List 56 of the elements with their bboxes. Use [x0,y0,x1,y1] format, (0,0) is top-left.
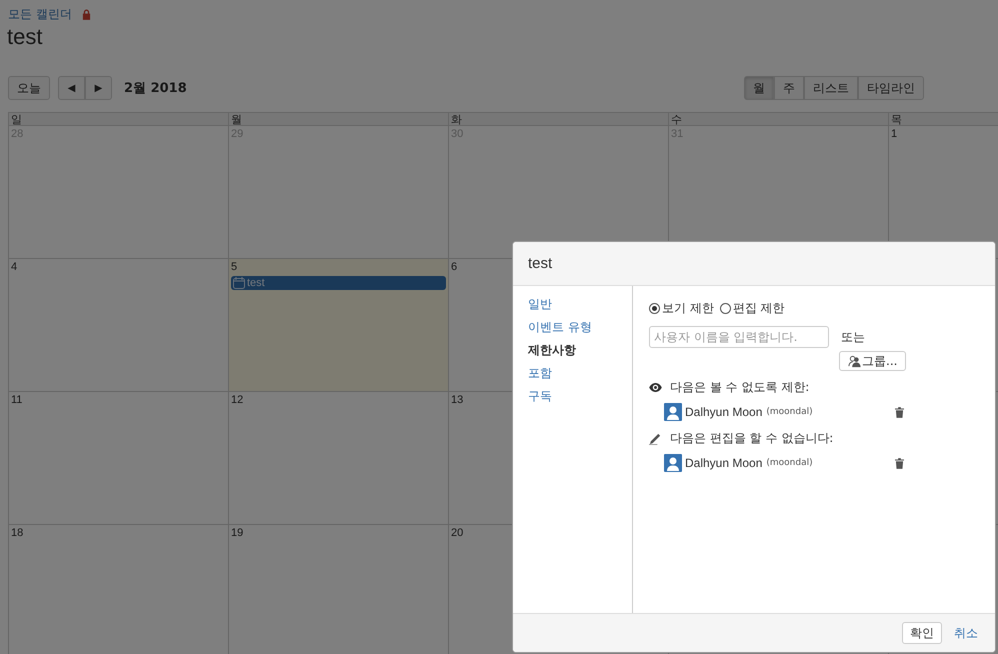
nav-link[interactable]: 일반 [528,296,632,313]
avatar-icon [664,454,682,472]
radio-button[interactable] [720,303,731,314]
day-number: 4 [11,261,18,273]
today-button[interactable]: 오늘 [8,76,50,100]
section-heading: 다음은 편집을 할 수 없습니다: [670,430,834,446]
period-label: 2월 2018 [124,80,187,97]
cancel-link[interactable]: 취소 [954,624,978,642]
trash-icon[interactable] [895,406,904,418]
calendar-icon [233,277,245,289]
group-button[interactable]: 그룹... [839,351,906,371]
user-id: (moondal) [766,407,813,417]
day-number: 6 [451,261,458,273]
user-name: Dalhyun Moon [685,456,762,470]
radio-label[interactable]: 편집 제한 [732,300,785,317]
dialog-title: test [528,255,552,272]
avatar-icon [664,403,682,421]
user-id: (moondal) [766,458,813,468]
previous-button[interactable]: ◀ [58,76,85,100]
view-tab[interactable]: 주 [774,76,804,100]
day-number: 19 [231,527,244,539]
nav-link[interactable]: 제한사항 [528,342,632,359]
breadcrumb-link[interactable]: 모든 캘린더 [8,6,72,22]
radio-label[interactable]: 보기 제한 [662,300,714,317]
weekday-header: 화 [449,112,669,126]
weekday-header: 목 [889,112,998,126]
weekday-header: 수 [669,112,889,126]
calendar-event[interactable]: test [231,276,446,290]
lock-icon [82,8,91,20]
day-number: 18 [11,527,24,539]
nav-link[interactable]: 이벤트 유형 [528,319,632,336]
nav-link[interactable]: 포함 [528,365,632,382]
day-number: 1 [891,128,898,140]
weekday-header: 월 [229,112,449,126]
confirm-button[interactable]: 확인 [902,622,942,644]
next-button[interactable]: ▶ [85,76,112,100]
user-name-field[interactable]: 사용자 이름을 입력합니다. [649,326,829,348]
trash-icon[interactable] [895,458,904,468]
day-number: 13 [451,394,464,406]
view-tab[interactable]: 타임라인 [858,76,924,100]
view-tab[interactable]: 리스트 [804,76,858,100]
day-number: 12 [231,394,244,406]
day-number: 11 [11,394,22,406]
eye-icon [649,382,662,392]
radio-button[interactable] [649,303,660,314]
section-heading: 다음은 볼 수 없도록 제한: [670,378,810,396]
day-number: 5 [231,261,238,273]
user-name: Dalhyun Moon [685,405,762,419]
view-tab[interactable]: 월 [744,76,774,100]
group-icon [848,354,861,368]
weekday-header: 일 [9,112,229,126]
day-number: 20 [451,527,464,539]
or-label: 또는 [841,328,865,346]
pencil-icon [649,432,662,444]
nav-link[interactable]: 구독 [528,388,632,405]
calendar-title: test [6,23,44,51]
